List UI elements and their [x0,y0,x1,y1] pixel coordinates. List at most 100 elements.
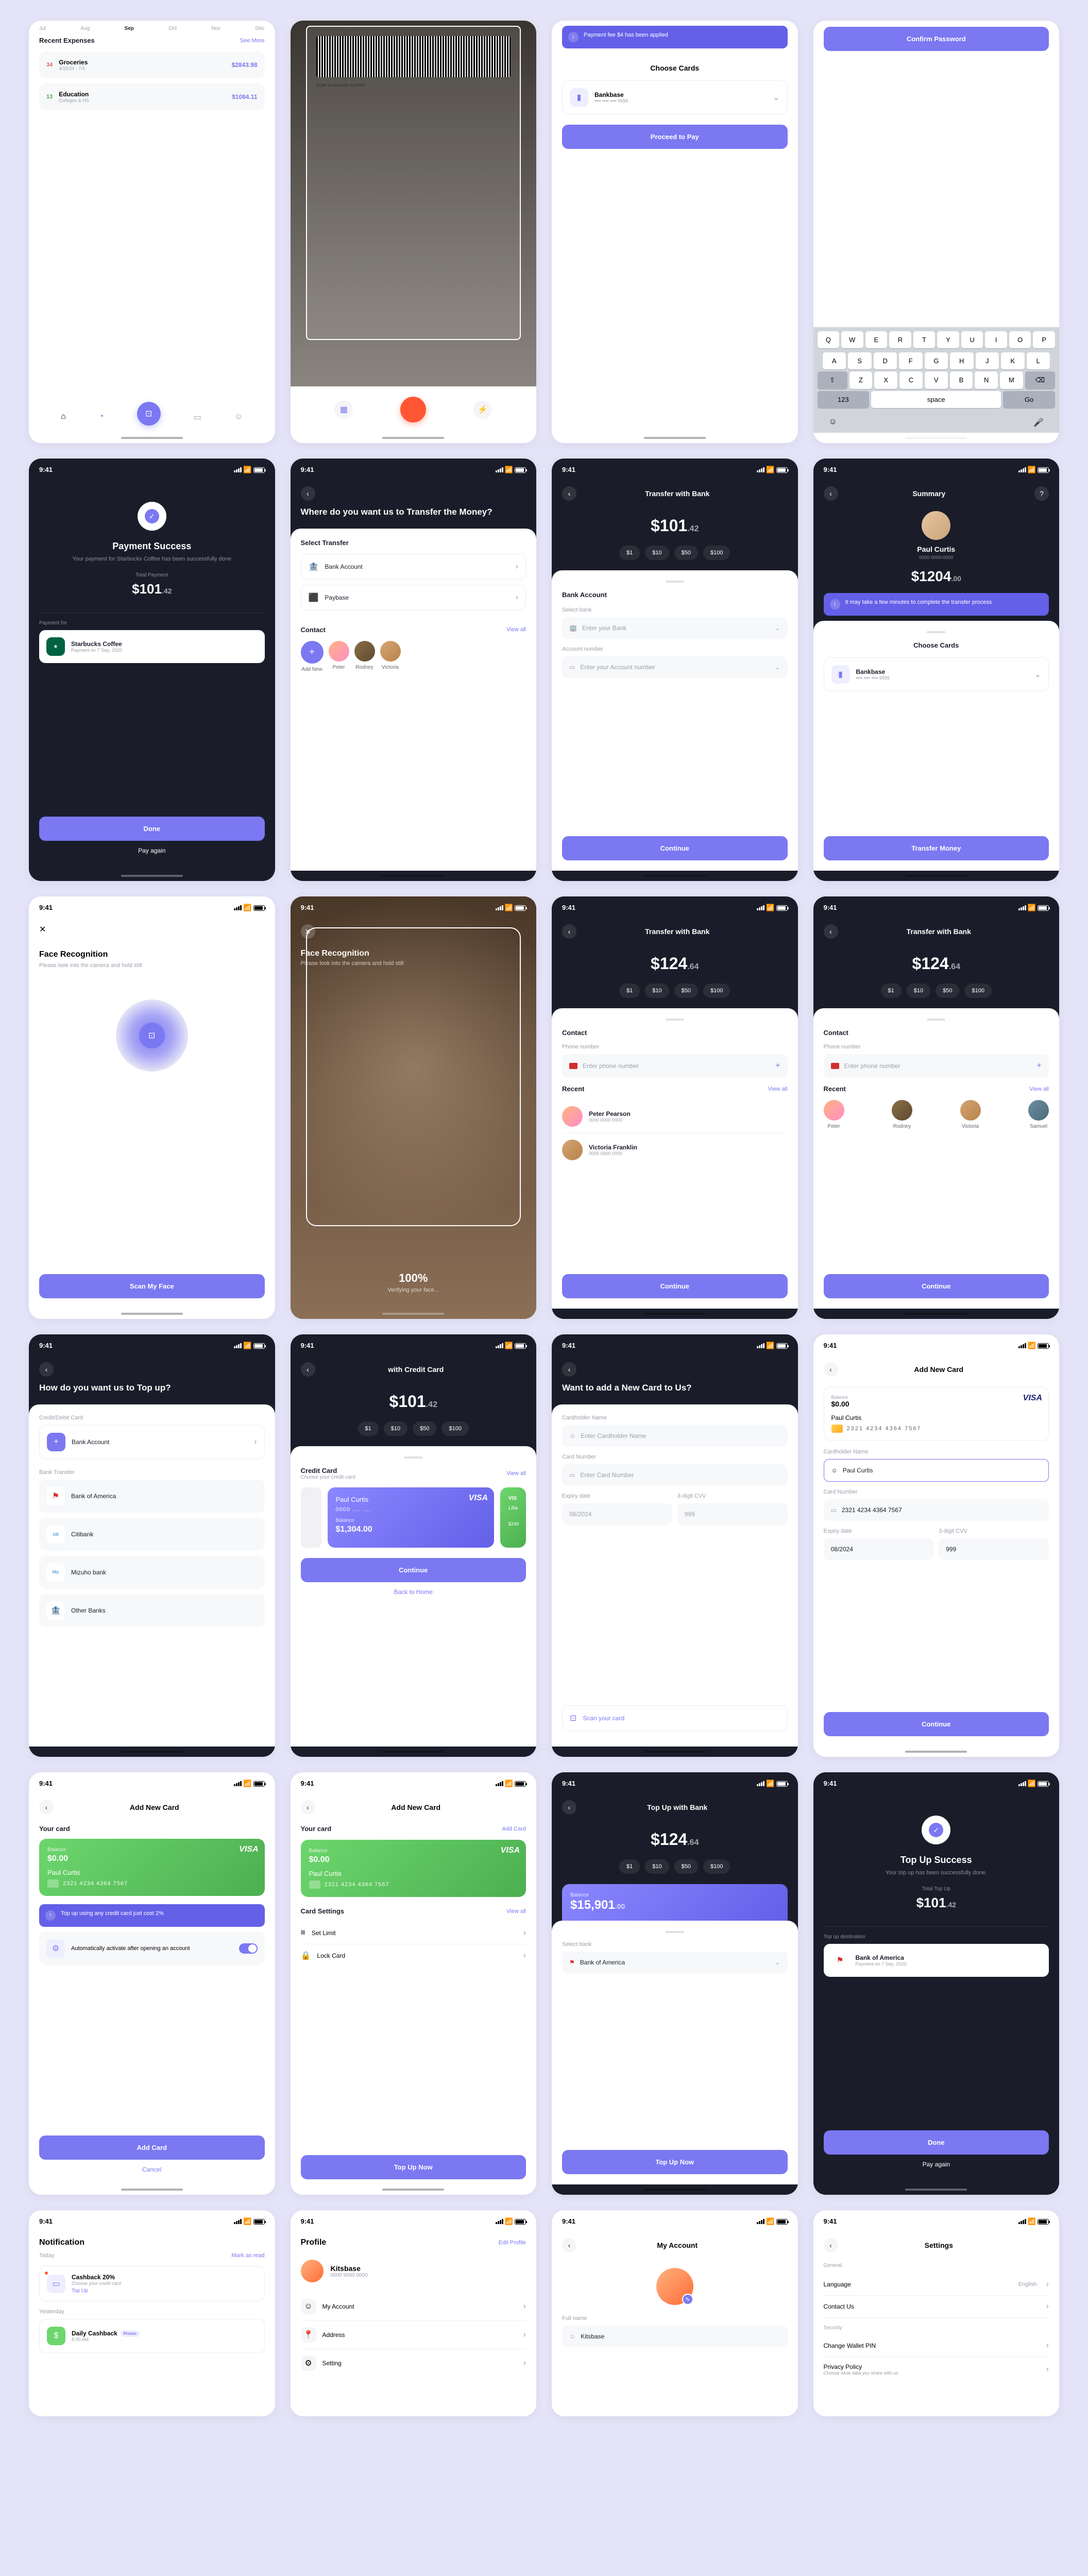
key[interactable]: Q [818,331,840,348]
add-card-link[interactable]: Add Card [502,1826,526,1832]
transfer-option[interactable]: ⬛Paybase› [301,585,526,611]
phone-input[interactable]: Enter phone number+ [562,1054,788,1078]
bank-option[interactable]: MizMizuho bank [39,1556,265,1589]
topup-button[interactable]: Top Up Now [562,2150,788,2174]
bank-option[interactable]: 🏦Other Banks [39,1594,265,1627]
back-button[interactable]: ‹ [824,486,838,501]
back-button[interactable]: ‹ [39,1800,54,1815]
expense-item[interactable]: 13EducationColleges & HS$1084.11 [39,83,265,110]
num-key[interactable]: 123 [818,391,870,408]
scan-button[interactable]: Scan My Face [39,1274,265,1298]
backspace-key[interactable]: ⌫ [1025,371,1055,389]
topup-button[interactable]: Top Up Now [301,2155,526,2179]
back-button[interactable]: ‹ [562,924,576,939]
credit-card[interactable]: VISLilia$249 [500,1487,526,1548]
transfer-button[interactable]: Transfer Money [824,836,1049,860]
continue-button[interactable]: Continue [824,1712,1049,1736]
contact-row[interactable]: Peter Pearson0000 0000 0000 [562,1100,788,1133]
capture-button[interactable] [400,397,426,422]
pay-again-link[interactable]: Pay again [39,841,265,860]
menu-item[interactable]: 📍Address› [301,2321,526,2349]
toggle[interactable] [239,1943,258,1954]
back-button[interactable]: ‹ [824,2238,838,2252]
edit-avatar-button[interactable]: ✎ [682,2294,693,2305]
pay-again-link[interactable]: Pay again [824,2155,1049,2174]
back-home-link[interactable]: Back to Home [301,1582,526,1602]
amount-chip[interactable]: $1 [619,546,640,560]
continue-button[interactable]: Continue [301,1558,526,1582]
home-icon[interactable]: ⌂ [61,412,66,426]
scan-icon[interactable]: ⊡ [137,402,161,426]
mark-read-link[interactable]: Mark as read [231,2252,264,2259]
space-key[interactable]: space [871,391,1001,408]
view-all-link[interactable]: View all [768,1086,788,1092]
bank-option[interactable]: ⚑Bank of America [39,1480,265,1513]
back-button[interactable]: ‹ [824,1362,838,1377]
contact-item[interactable]: Rodney [354,641,375,672]
name-input[interactable]: ☺Kitsbase [562,2326,788,2347]
notification-item[interactable]: ▭ Cashback 20%Choose your credit cardTop… [39,2266,265,2301]
scan-card-button[interactable]: ⊡Scan your card [562,1705,788,1731]
expense-item[interactable]: 34Groceries4/15/24 - 7/4$2843.98 [39,52,265,78]
card-option[interactable]: ▮Bankbase•••• •••• •••• 9999⌄ [562,80,788,114]
back-button[interactable]: ‹ [301,486,315,501]
back-button[interactable]: ‹ [301,1800,315,1815]
cvv-input[interactable]: 999 [677,1503,788,1525]
cardholder-input[interactable]: ☺Paul Curtis [824,1459,1049,1482]
setting-row[interactable]: ≡Set Limit› [301,1922,526,1944]
back-button[interactable]: ‹ [562,1362,576,1377]
bank-select[interactable]: 🏢Enter your Bank⌄ [562,617,788,639]
view-all-link[interactable]: View all [506,626,526,633]
back-button[interactable]: ‹ [562,2238,576,2252]
expiry-input[interactable]: 08/2024 [562,1503,672,1525]
phone-input[interactable]: Enter phone number+ [824,1054,1049,1078]
setting-row[interactable]: 🔒Lock Card› [301,1944,526,1967]
cardnumber-input[interactable]: ▭2321 4234 4364 7567 [824,1499,1049,1521]
mic-icon[interactable]: 🎤 [1033,417,1044,428]
cancel-link[interactable]: Cancel [39,2160,265,2179]
flash-icon[interactable]: ⚡ [473,400,492,419]
card-edge[interactable] [301,1487,321,1548]
add-card-button[interactable]: Add Card [39,2136,265,2160]
go-key[interactable]: Go [1003,391,1055,408]
done-button[interactable]: Done [824,2130,1049,2155]
add-contact[interactable]: +Add New [301,641,324,672]
confirm-button[interactable]: Confirm Password [824,27,1049,51]
wallet-icon[interactable]: ▭ [194,412,201,426]
setting-row[interactable]: Contact Us› [824,2296,1049,2318]
shift-key[interactable]: ⇧ [818,371,847,389]
credit-card[interactable]: VISA Paul Curtis 0000 .... .... Balance … [328,1487,495,1548]
menu-item[interactable]: ☺My Account› [301,2293,526,2321]
method-option[interactable]: +Bank Account› [39,1425,265,1459]
back-button[interactable]: ‹ [301,1362,315,1377]
help-button[interactable]: ? [1034,486,1049,501]
bank-option[interactable]: citiCitibank [39,1518,265,1551]
cvv-input[interactable]: 999 [939,1538,1049,1560]
notification-item[interactable]: $ Daily CashbackPromo8:00 AM [39,2319,265,2353]
continue-button[interactable]: Continue [562,836,788,860]
contact-item[interactable]: Victoria [380,641,401,672]
close-button[interactable]: ✕ [39,925,46,934]
continue-button[interactable]: Continue [562,1274,788,1298]
setting-row[interactable]: Change Wallet PIN› [824,2335,1049,2357]
chart-icon[interactable]: ◔ [99,412,104,426]
back-button[interactable]: ‹ [562,486,576,501]
menu-item[interactable]: ⚙Setting› [301,2349,526,2377]
see-more-link[interactable]: See More [240,38,265,44]
contact-row[interactable]: Victoria Franklin0000 0000 0000 [562,1133,788,1166]
account-input[interactable]: ▭Enter your Account number⌄ [562,656,788,678]
back-button[interactable]: ‹ [824,924,838,939]
image-icon[interactable]: ▦ [334,400,353,419]
contact-item[interactable]: Peter [329,641,349,672]
cardholder-input[interactable]: ☺Enter Cardholder Name [562,1425,788,1447]
done-button[interactable]: Done [39,817,265,841]
back-button[interactable]: ‹ [562,1800,576,1815]
setting-row[interactable]: Privacy PolicyChoose what data you share… [824,2357,1049,2382]
edit-profile-link[interactable]: Edit Profile [499,2240,526,2246]
profile-icon[interactable]: ☺ [234,412,243,426]
proceed-button[interactable]: Proceed to Pay [562,125,788,149]
card-option[interactable]: ▮Bankbase•••• •••• •••• 9999⌄ [824,657,1049,691]
back-button[interactable]: ‹ [39,1362,54,1377]
cardnumber-input[interactable]: ▭Enter Card Number [562,1464,788,1486]
transfer-option[interactable]: 🏦Bank Account› [301,554,526,580]
